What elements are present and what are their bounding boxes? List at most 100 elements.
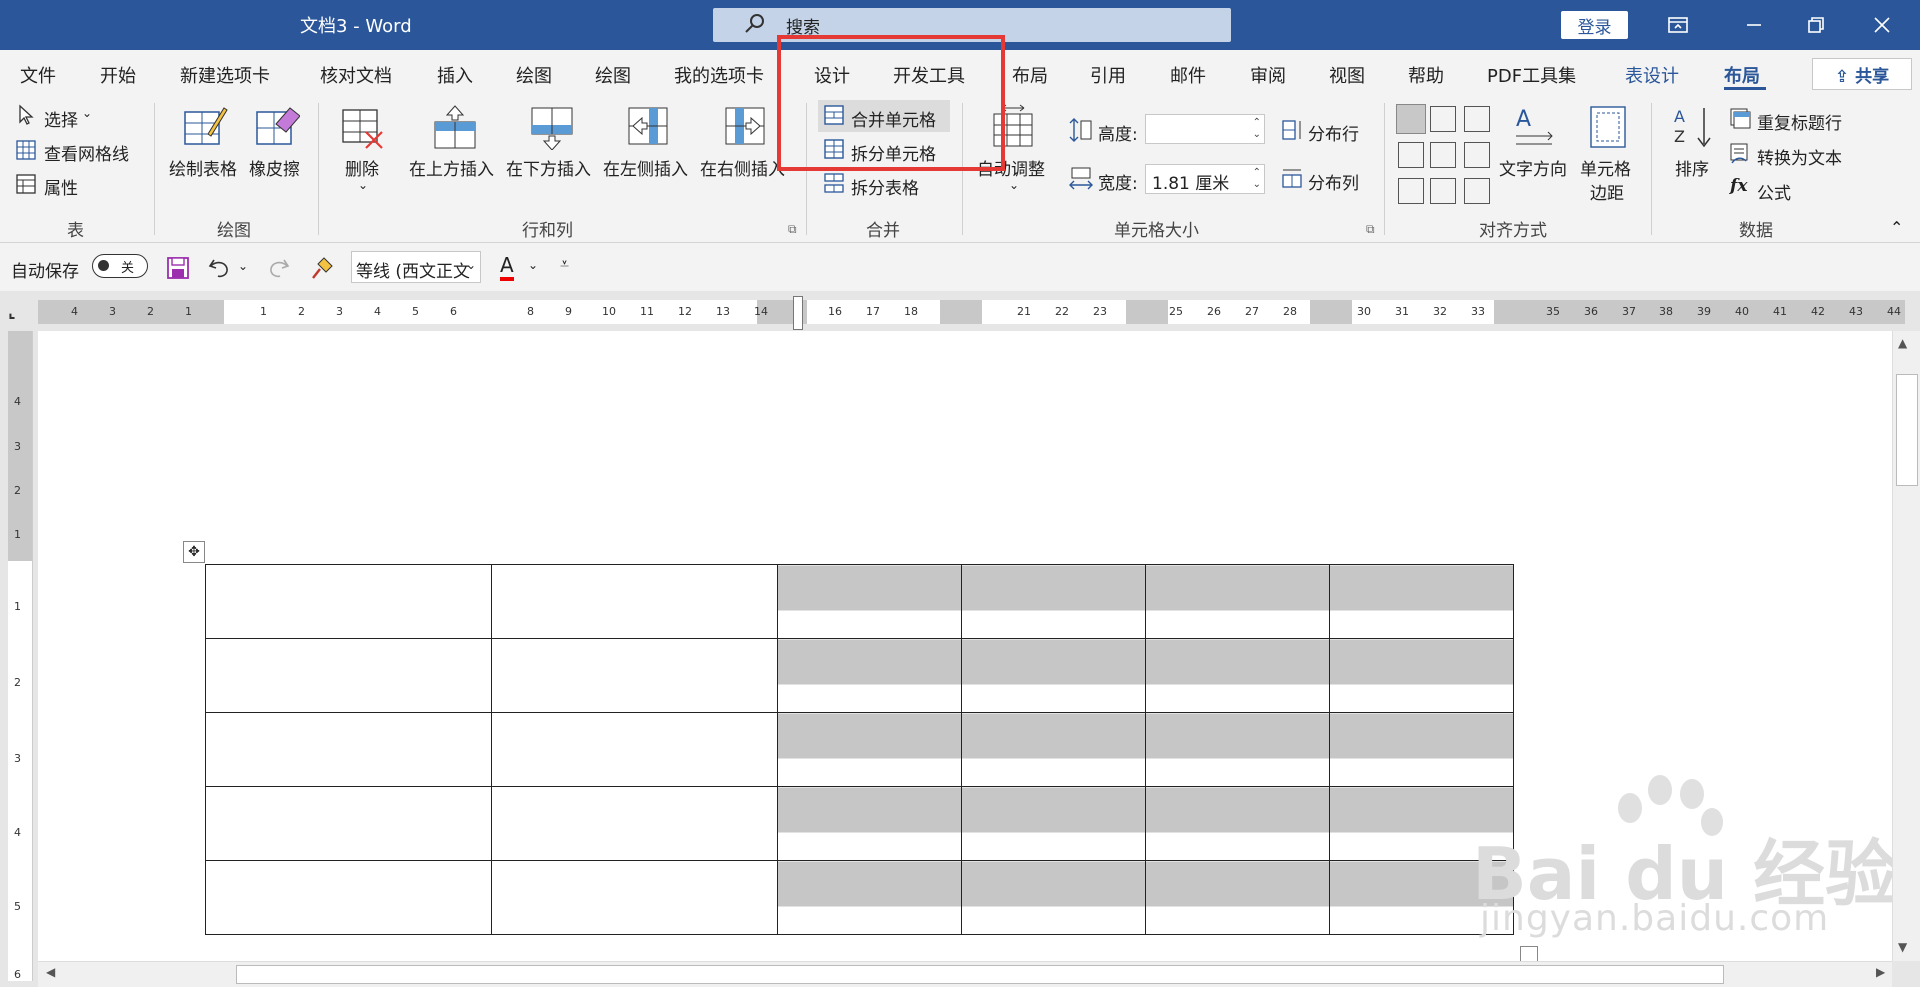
- insert-right-button[interactable]: 在右侧插入: [700, 155, 785, 180]
- table-cell[interactable]: [205, 712, 492, 787]
- font-name-box[interactable]: 等线 (西文正文: [351, 251, 481, 283]
- table-cell-selected[interactable]: [1145, 564, 1330, 639]
- customize-qat-icon[interactable]: ⩡: [560, 254, 569, 274]
- text-direction-button[interactable]: 文字方向: [1499, 155, 1567, 180]
- scroll-up-icon[interactable]: ▲: [1898, 336, 1907, 350]
- tab-review[interactable]: 审阅: [1250, 62, 1286, 88]
- table-cell-selected[interactable]: [961, 786, 1146, 861]
- insert-below-button[interactable]: 在下方插入: [506, 155, 591, 180]
- insert-above-button[interactable]: 在上方插入: [409, 155, 494, 180]
- sort-button[interactable]: 排序: [1675, 155, 1709, 180]
- scroll-down-icon[interactable]: ▼: [1898, 940, 1907, 954]
- collapse-ribbon-icon[interactable]: ⌃: [1890, 218, 1903, 237]
- table-cell-selected[interactable]: [1329, 638, 1514, 713]
- repeat-header-rows-button[interactable]: 重复标题行: [1757, 109, 1842, 134]
- scroll-right-icon[interactable]: ▶: [1876, 965, 1885, 979]
- table-move-handle-icon[interactable]: ✥: [183, 541, 205, 563]
- tab-my-tab[interactable]: 我的选项卡: [674, 62, 764, 88]
- table-cell-selected[interactable]: [1145, 786, 1330, 861]
- font-color-dropdown-icon[interactable]: ⌄: [528, 258, 538, 272]
- distribute-rows-button[interactable]: 分布行: [1308, 120, 1359, 145]
- tab-pdf-tools[interactable]: PDF工具集: [1487, 62, 1576, 88]
- close-icon[interactable]: [1866, 9, 1898, 41]
- tab-proofing[interactable]: 核对文档: [320, 62, 392, 88]
- table-cell-selected[interactable]: [777, 786, 962, 861]
- spin-arrows-icon[interactable]: ⌃ ⌄: [1253, 167, 1261, 191]
- align-bottom-right-icon[interactable]: [1464, 178, 1490, 204]
- restore-icon[interactable]: [1800, 9, 1832, 41]
- minimize-icon[interactable]: [1738, 9, 1770, 41]
- table-cell-selected[interactable]: [1329, 564, 1514, 639]
- cell-margins-button-line1[interactable]: 单元格: [1580, 155, 1631, 180]
- draw-table-button[interactable]: 绘制表格: [169, 155, 237, 180]
- table-cell[interactable]: [491, 786, 778, 861]
- scroll-left-icon[interactable]: ◀: [46, 965, 55, 979]
- tab-new-tab[interactable]: 新建选项卡: [180, 62, 270, 88]
- chevron-down-icon[interactable]: ⌄: [466, 258, 476, 272]
- split-table-button[interactable]: 拆分表格: [851, 174, 919, 199]
- login-button[interactable]: 登录: [1561, 11, 1628, 39]
- distribute-columns-button[interactable]: 分布列: [1308, 169, 1359, 194]
- indent-marker-icon[interactable]: [793, 296, 803, 330]
- delete-button[interactable]: 删除: [345, 155, 379, 180]
- table-cell[interactable]: [491, 860, 778, 935]
- ruler-column-marker[interactable]: [1310, 300, 1352, 324]
- tab-table-design[interactable]: 表设计: [1625, 62, 1679, 88]
- width-input[interactable]: 1.81 厘米 ⌃ ⌄: [1145, 164, 1265, 194]
- table-cell-selected[interactable]: [961, 712, 1146, 787]
- table-cell-selected[interactable]: [961, 638, 1146, 713]
- cell-margins-button-line2[interactable]: 边距: [1590, 179, 1624, 204]
- align-middle-left-icon[interactable]: [1398, 142, 1424, 168]
- ribbon-display-icon[interactable]: [1662, 9, 1694, 41]
- table-cell[interactable]: [205, 860, 492, 935]
- document-table[interactable]: [205, 564, 1514, 935]
- align-top-right-icon[interactable]: [1464, 106, 1490, 132]
- table-cell-selected[interactable]: [777, 638, 962, 713]
- share-button[interactable]: ⇪ 共享: [1812, 58, 1912, 90]
- table-cell[interactable]: [491, 564, 778, 639]
- convert-to-text-button[interactable]: 转换为文本: [1757, 144, 1842, 169]
- table-cell[interactable]: [205, 786, 492, 861]
- table-cell-selected[interactable]: [961, 860, 1146, 935]
- table-cell-selected[interactable]: [1145, 638, 1330, 713]
- table-cell[interactable]: [205, 564, 492, 639]
- table-cell-selected[interactable]: [777, 712, 962, 787]
- ruler-column-marker[interactable]: [1126, 300, 1168, 324]
- save-icon[interactable]: [166, 256, 190, 280]
- tab-view[interactable]: 视图: [1329, 62, 1365, 88]
- ruler-column-marker[interactable]: [940, 300, 982, 324]
- table-cell-selected[interactable]: [961, 564, 1146, 639]
- tab-draw-2[interactable]: 绘图: [595, 62, 631, 88]
- properties-button[interactable]: 属性: [44, 174, 78, 199]
- font-color-icon[interactable]: A: [500, 253, 514, 281]
- tab-home[interactable]: 开始: [100, 62, 136, 88]
- spin-arrows-icon[interactable]: ⌃ ⌄: [1253, 117, 1261, 141]
- autosave-toggle[interactable]: 关: [92, 254, 148, 278]
- tab-mailings[interactable]: 邮件: [1170, 62, 1206, 88]
- table-resize-handle-icon[interactable]: [1520, 946, 1538, 962]
- insert-left-button[interactable]: 在左侧插入: [603, 155, 688, 180]
- table-cell-selected[interactable]: [777, 860, 962, 935]
- horizontal-scroll-thumb[interactable]: [236, 965, 1724, 984]
- undo-icon[interactable]: [208, 256, 232, 280]
- table-cell[interactable]: [491, 638, 778, 713]
- dialog-launcher-icon[interactable]: ⧉: [1366, 222, 1378, 236]
- redo-icon[interactable]: [266, 256, 290, 280]
- eraser-button[interactable]: 橡皮擦: [249, 155, 300, 180]
- align-middle-right-icon[interactable]: [1464, 142, 1490, 168]
- table-cell-selected[interactable]: [1145, 712, 1330, 787]
- tab-layout[interactable]: 布局: [1012, 62, 1048, 88]
- tab-insert[interactable]: 插入: [437, 62, 473, 88]
- vertical-scroll-thumb[interactable]: [1896, 374, 1918, 486]
- undo-dropdown-icon[interactable]: ⌄: [238, 259, 248, 273]
- table-cell-selected[interactable]: [777, 564, 962, 639]
- table-cell-selected[interactable]: [1145, 860, 1330, 935]
- height-input[interactable]: ⌃ ⌄: [1145, 114, 1265, 144]
- align-bottom-left-icon[interactable]: [1398, 178, 1424, 204]
- view-gridlines-button[interactable]: 查看网格线: [44, 140, 129, 165]
- tab-file[interactable]: 文件: [20, 62, 56, 88]
- table-cell-selected[interactable]: [1329, 712, 1514, 787]
- tab-help[interactable]: 帮助: [1408, 62, 1444, 88]
- dialog-launcher-icon[interactable]: ⧉: [788, 222, 800, 236]
- formula-button[interactable]: 公式: [1757, 179, 1791, 204]
